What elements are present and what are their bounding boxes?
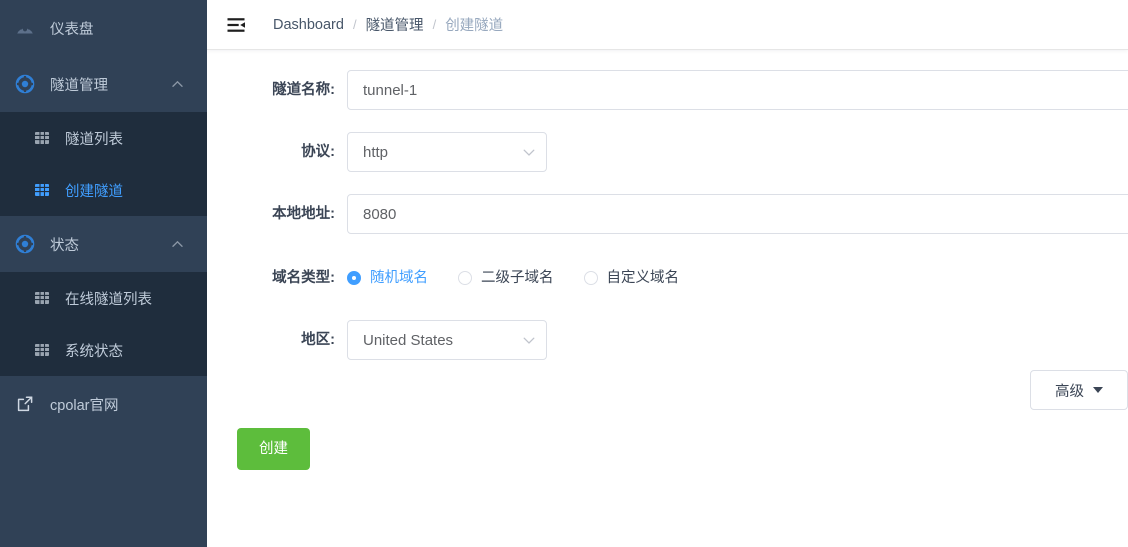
radio-dot-icon [458,271,472,285]
protocol-label: 协议: [301,144,335,160]
menu-fold-icon[interactable] [223,12,249,38]
tunnel-name-control [347,70,1128,110]
grid-icon [33,289,51,307]
sidebar-subitem-label: 系统状态 [65,343,123,360]
radio-random-domain[interactable]: 随机域名 [347,258,428,298]
breadcrumb: Dashboard / 隧道管理 / 创建隧道 [273,14,503,35]
sidebar-item-online-tunnel-list[interactable]: 在线隧道列表 [0,272,207,324]
local-address-input[interactable] [347,194,1128,234]
advanced-row: 高级 [207,370,1128,410]
local-address-label: 本地地址: [272,206,335,222]
domain-type-control: 随机域名 二级子域名 自定义域名 [347,258,709,298]
top-bar: Dashboard / 隧道管理 / 创建隧道 [207,0,1128,50]
sidebar-item-create-tunnel[interactable]: 创建隧道 [0,164,207,216]
sidebar-group-status[interactable]: 状态 [0,216,207,272]
sidebar-item-label: cpolar官网 [50,397,119,414]
radio-label: 二级子域名 [481,270,554,286]
form-row-region: 地区: United States [207,320,1128,360]
tunnel-name-input[interactable] [347,70,1128,110]
create-tunnel-form: 隧道名称: 协议: http [207,50,1128,470]
form-row-local-address: 本地地址: [207,194,1128,234]
create-button[interactable]: 创建 [237,428,310,470]
external-link-icon [14,393,36,415]
protocol-select-value: http [363,143,389,161]
chevron-up-icon[interactable] [171,78,183,90]
sidebar-item-tunnel-list[interactable]: 隧道列表 [0,112,207,164]
tunnel-icon [14,73,36,95]
breadcrumb-item-dashboard[interactable]: Dashboard [273,17,344,33]
domain-type-radio-group: 随机域名 二级子域名 自定义域名 [347,258,709,298]
content-area: 隧道名称: 协议: http [207,50,1128,547]
submenu-tunnel-management: 隧道列表 创建隧道 [0,112,207,216]
domain-type-label: 域名类型: [272,270,335,286]
radio-dot-icon [583,271,598,285]
sidebar-subitem-label: 隧道列表 [65,131,123,148]
sidebar-item-label: 仪表盘 [50,21,94,38]
advanced-button[interactable]: 高级 [1030,370,1128,410]
advanced-button-label: 高级 [1055,383,1084,400]
sidebar-group-tunnel-management[interactable]: 隧道管理 [0,56,207,112]
region-select-value: United States [363,331,454,349]
tunnel-name-label: 隧道名称: [272,82,335,98]
region-select[interactable]: United States [347,320,547,360]
breadcrumb-separator: / [352,17,357,32]
form-row-protocol: 协议: http [207,132,1128,172]
sidebar-subitem-label: 创建隧道 [65,183,123,200]
submit-row: 创建 [207,428,1128,470]
form-row-domain-type: 域名类型: 随机域名 二级子域名 自定义域名 [207,258,1128,298]
form-row-tunnel-name: 隧道名称: [207,70,1128,110]
sidebar-group-label: 状态 [50,237,79,254]
app-root: 仪表盘 隧道管理 隧道列表 创建隧道 状态 在线隧道列表 系统状态 cpolar… [0,0,1128,547]
status-icon [14,233,36,255]
grid-icon [33,341,51,359]
breadcrumb-item-tunnel-management[interactable]: 隧道管理 [366,14,424,35]
radio-custom-domain[interactable]: 自定义域名 [583,258,680,298]
breadcrumb-item-create-tunnel: 创建隧道 [445,18,504,34]
main-area: Dashboard / 隧道管理 / 创建隧道 隧道名称: 协议: [207,0,1128,547]
local-address-control [347,194,1128,234]
sidebar-subitem-label: 在线隧道列表 [65,291,152,308]
radio-dot-icon [347,271,361,285]
sidebar-item-system-status[interactable]: 系统状态 [0,324,207,376]
submenu-status: 在线隧道列表 系统状态 [0,272,207,376]
dashboard-icon [14,17,36,39]
radio-label: 随机域名 [370,270,428,286]
chevron-down-icon [522,333,536,347]
grid-icon [33,181,51,199]
region-label: 地区: [301,332,335,348]
protocol-control: http [347,132,547,172]
triangle-down-icon [1093,387,1103,393]
grid-icon [33,129,51,147]
region-control: United States [347,320,547,360]
protocol-select[interactable]: http [347,132,547,172]
sidebar: 仪表盘 隧道管理 隧道列表 创建隧道 状态 在线隧道列表 系统状态 cpolar… [0,0,207,547]
breadcrumb-separator: / [432,17,437,32]
sidebar-item-cpolar-website[interactable]: cpolar官网 [0,376,207,432]
chevron-down-icon [522,145,536,159]
sidebar-group-label: 隧道管理 [50,77,108,94]
sidebar-item-dashboard[interactable]: 仪表盘 [0,0,207,56]
radio-label: 自定义域名 [606,270,680,286]
chevron-up-icon[interactable] [171,238,183,250]
radio-subdomain[interactable]: 二级子域名 [458,258,554,298]
